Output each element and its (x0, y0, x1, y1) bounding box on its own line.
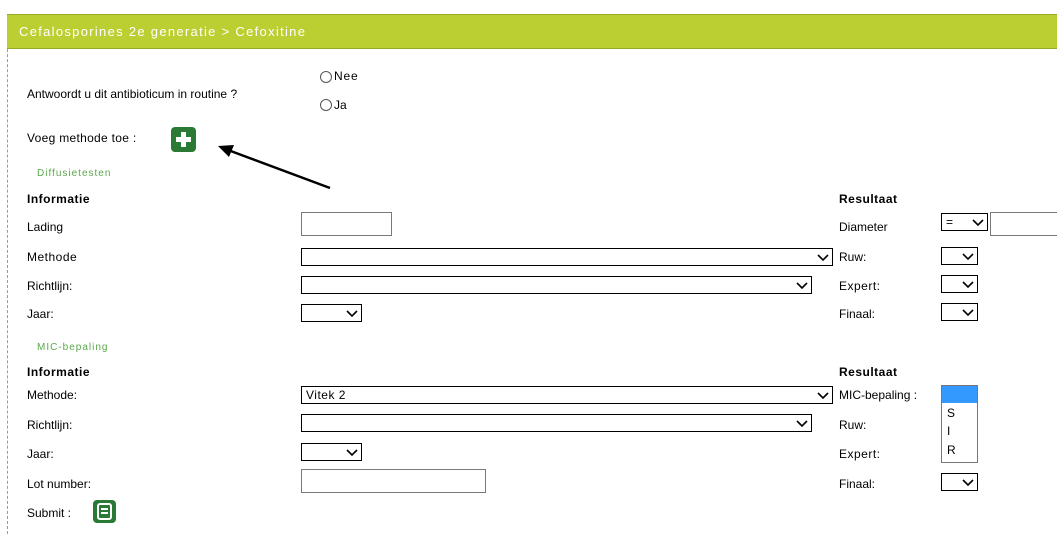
mic-bepaling-listbox[interactable]: S I R (941, 385, 978, 463)
listbox-option-r[interactable]: R (947, 443, 956, 457)
expert-label: Expert: (839, 279, 881, 293)
lot-number-label: Lot number: (27, 477, 92, 491)
chevron-down-icon (346, 310, 358, 318)
submit-label: Submit : (27, 506, 72, 520)
listbox-option-i[interactable]: I (947, 424, 950, 438)
mic-jaar-select[interactable] (301, 443, 362, 461)
diffusion-result-header: Resultaat (839, 192, 898, 206)
page-title: Cefalosporines 2e generatie > Cefoxitine (19, 24, 307, 39)
listbox-option-s[interactable]: S (947, 406, 955, 420)
methode-select[interactable] (301, 248, 833, 266)
chevron-down-icon (962, 281, 974, 289)
diameter-operator-select[interactable]: = (941, 213, 988, 231)
mic-result-header: Resultaat (839, 365, 898, 379)
chevron-down-icon (796, 282, 808, 290)
ruw-select[interactable] (941, 247, 978, 265)
finaal-select[interactable] (941, 303, 978, 321)
chevron-down-icon (962, 253, 974, 261)
mic-methode-value: Vitek 2 (306, 388, 346, 402)
mic-finaal-label: Finaal: (839, 477, 876, 491)
chevron-down-icon (962, 309, 974, 317)
jaar-label: Jaar: (27, 307, 54, 321)
mic-expert-label: Expert: (839, 447, 881, 461)
listbox-option-empty-selected[interactable] (942, 386, 977, 403)
lot-number-input[interactable] (301, 469, 486, 493)
chevron-down-icon (817, 254, 829, 262)
chevron-down-icon (346, 449, 358, 457)
mic-info-header: Informatie (27, 365, 91, 379)
routine-question: Antwoordt u dit antibioticum in routine … (27, 87, 238, 101)
add-method-button[interactable] (171, 127, 196, 152)
mic-methode-select[interactable]: Vitek 2 (301, 386, 833, 404)
ruw-label: Ruw: (839, 250, 867, 264)
mic-ruw-label: Ruw: (839, 418, 867, 432)
submit-button[interactable] (93, 500, 116, 523)
diffusion-section-title: Diffusietesten (37, 168, 112, 179)
chevron-down-icon (817, 392, 829, 400)
diameter-input[interactable] (990, 212, 1057, 236)
add-method-label: Voeg methode toe : (27, 131, 137, 145)
lading-label: Lading (27, 220, 64, 234)
diameter-label: Diameter (839, 220, 888, 234)
chevron-down-icon (796, 420, 808, 428)
mic-section-title: MIC-bepaling (37, 342, 109, 353)
annotation-arrow (218, 145, 331, 190)
richtlijn-label: Richtlijn: (27, 279, 73, 293)
routine-option-ja: Ja (334, 98, 347, 112)
plus-icon (176, 132, 191, 147)
save-list-icon (97, 503, 112, 520)
diameter-operator-value: = (946, 215, 954, 229)
jaar-select[interactable] (301, 304, 362, 322)
routine-radio-ja[interactable] (320, 99, 332, 111)
richtlijn-select[interactable] (301, 276, 812, 294)
mic-richtlijn-select[interactable] (301, 414, 812, 432)
chevron-down-icon (962, 479, 974, 487)
mic-finaal-select[interactable] (941, 473, 978, 491)
mic-methode-label: Methode: (27, 388, 78, 402)
chevron-down-icon (972, 219, 984, 227)
mic-bepaling-label: MIC-bepaling : (839, 388, 918, 402)
finaal-label: Finaal: (839, 307, 876, 321)
expert-select[interactable] (941, 275, 978, 293)
mic-richtlijn-label: Richtlijn: (27, 418, 73, 432)
routine-radio-nee[interactable] (320, 71, 332, 83)
routine-option-nee: Nee (334, 69, 359, 83)
diffusion-info-header: Informatie (27, 192, 91, 206)
methode-label: Methode (27, 250, 78, 264)
mic-jaar-label: Jaar: (27, 447, 54, 461)
page-header: Cefalosporines 2e generatie > Cefoxitine (7, 14, 1057, 49)
lading-input[interactable] (301, 212, 392, 236)
